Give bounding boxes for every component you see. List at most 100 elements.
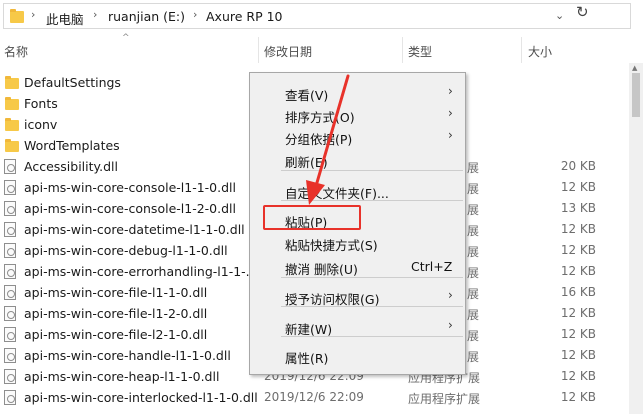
- context-menu-item[interactable]: 授予访问权限(G) ›: [252, 285, 463, 307]
- file-name: api-ms-win-core-errorhandling-l1-1-...: [24, 264, 258, 279]
- dll-file-icon: [4, 222, 16, 237]
- dll-file-icon: [4, 390, 16, 405]
- breadcrumb-drive[interactable]: ruanjian (E:): [108, 9, 185, 24]
- chevron-right-icon[interactable]: ›: [93, 8, 97, 21]
- file-size: 12 KB: [560, 369, 596, 383]
- menu-item-label: 排序方式(O): [285, 110, 355, 125]
- file-name: api-ms-win-core-file-l1-2-0.dll: [24, 306, 208, 321]
- dll-file-icon: [4, 306, 16, 321]
- dll-file-icon: [4, 264, 16, 279]
- dll-file-icon: [4, 180, 16, 195]
- menu-item-label: 分组依据(P): [285, 132, 353, 147]
- file-size: 12 KB: [560, 348, 596, 362]
- context-menu-item[interactable]: 排序方式(O) ›: [252, 103, 463, 125]
- context-menu-item[interactable]: 粘贴快捷方式(S): [252, 231, 463, 253]
- file-name: api-ms-win-core-debug-l1-1-0.dll: [24, 243, 228, 258]
- scrollbar-thumb[interactable]: [632, 73, 640, 117]
- file-size: 16 KB: [560, 285, 596, 299]
- column-divider[interactable]: [521, 37, 522, 63]
- refresh-icon[interactable]: ↻: [576, 3, 589, 21]
- column-divider[interactable]: [402, 37, 403, 63]
- file-name: api-ms-win-core-handle-l1-1-0.dll: [24, 348, 231, 363]
- dll-file-icon: [4, 285, 16, 300]
- dll-file-icon: [4, 201, 16, 216]
- column-size[interactable]: 大小: [528, 43, 552, 60]
- dll-file-icon: [4, 243, 16, 258]
- chevron-right-icon: ›: [448, 318, 453, 332]
- file-row[interactable]: api-ms-win-core-interlocked-l1-1-0.dll 20…: [0, 387, 643, 408]
- column-type[interactable]: 类型: [408, 43, 432, 60]
- folder-icon: [10, 9, 24, 23]
- scroll-up-icon[interactable]: ▲: [632, 64, 637, 72]
- file-size: 12 KB: [560, 222, 596, 236]
- menu-item-label: 粘贴快捷方式(S): [285, 238, 378, 253]
- file-type: 展: [467, 266, 480, 280]
- file-size: 12 KB: [560, 306, 596, 320]
- file-size: 13 KB: [560, 201, 596, 215]
- menu-item-label: 新建(W): [285, 322, 333, 337]
- file-size: 12 KB: [560, 180, 596, 194]
- file-name: api-ms-win-core-heap-l1-1-0.dll: [24, 369, 220, 384]
- context-menu-item[interactable]: 查看(V) ›: [252, 81, 463, 103]
- context-menu-item[interactable]: 撤消 删除(U) Ctrl+Z: [252, 255, 463, 277]
- file-name: api-ms-win-core-console-l1-2-0.dll: [24, 201, 236, 216]
- vertical-scrollbar[interactable]: ▲: [629, 63, 643, 414]
- chevron-right-icon: ›: [448, 106, 453, 120]
- file-type: 展: [467, 203, 480, 217]
- file-type: 展: [467, 329, 480, 343]
- file-type: 展: [467, 182, 480, 196]
- menu-item-label: 刷新(E): [285, 155, 328, 170]
- file-type: 展: [467, 350, 480, 364]
- file-name: DefaultSettings: [24, 75, 121, 90]
- file-name: api-ms-win-core-datetime-l1-1-0.dll: [24, 222, 245, 237]
- chevron-right-icon[interactable]: ›: [193, 8, 197, 21]
- column-date[interactable]: 修改日期: [264, 43, 312, 60]
- folder-icon: [5, 97, 19, 110]
- file-name: Accessibility.dll: [24, 159, 118, 174]
- chevron-right-icon: ›: [448, 128, 453, 142]
- file-size: 12 KB: [560, 327, 596, 341]
- context-menu-item[interactable]: 属性(R): [252, 344, 463, 366]
- file-date: 2019/12/6 22:09: [264, 390, 364, 404]
- file-size: 12 KB: [560, 390, 596, 404]
- folder-icon: [5, 139, 19, 152]
- file-type: 应用程序扩展: [408, 392, 481, 406]
- menu-item-label: 自定义文件夹(F)...: [285, 186, 389, 201]
- menu-item-shortcut: Ctrl+Z: [411, 259, 453, 274]
- chevron-right-icon: ›: [448, 84, 453, 98]
- address-bar[interactable]: › 此电脑 › ruanjian (E:) › Axure RP 10 ⌄: [3, 3, 631, 29]
- breadcrumb-this-pc[interactable]: 此电脑: [46, 9, 84, 28]
- dll-file-icon: [4, 327, 16, 342]
- file-name: api-ms-win-core-console-l1-1-0.dll: [24, 180, 236, 195]
- file-name: Fonts: [24, 96, 58, 111]
- column-divider[interactable]: [258, 37, 259, 63]
- file-type: 展: [467, 161, 480, 175]
- file-name: api-ms-win-core-file-l2-1-0.dll: [24, 327, 208, 342]
- file-type: 展: [467, 308, 480, 322]
- context-menu-item[interactable]: 自定义文件夹(F)...: [252, 179, 463, 201]
- dll-file-icon: [4, 369, 16, 384]
- sort-ascending-icon: ^: [122, 33, 130, 43]
- folder-icon: [5, 118, 19, 131]
- context-menu-item[interactable]: 刷新(E): [252, 148, 463, 170]
- context-menu-item[interactable]: 分组依据(P) ›: [252, 125, 463, 147]
- menu-item-label: 授予访问权限(G): [285, 292, 380, 307]
- file-type: 展: [467, 224, 480, 238]
- file-type: 展: [467, 245, 480, 259]
- chevron-right-icon[interactable]: ›: [31, 8, 35, 21]
- column-header: 名称 修改日期 类型 大小: [0, 37, 643, 63]
- file-type: 展: [467, 287, 480, 301]
- breadcrumb-folder[interactable]: Axure RP 10: [206, 9, 283, 24]
- file-name: WordTemplates: [24, 138, 120, 153]
- dll-file-icon: [4, 159, 16, 174]
- address-bar-area: › 此电脑 › ruanjian (E:) › Axure RP 10 ⌄ ↻: [0, 0, 643, 33]
- dll-file-icon: [4, 348, 16, 363]
- file-size: 20 KB: [560, 159, 596, 173]
- menu-item-label: 属性(R): [285, 351, 329, 366]
- chevron-down-icon[interactable]: ⌄: [555, 9, 564, 22]
- context-menu-item[interactable]: 新建(W) ›: [252, 315, 463, 337]
- file-name: api-ms-win-core-file-l1-1-0.dll: [24, 285, 208, 300]
- file-name: iconv: [24, 117, 58, 132]
- column-name[interactable]: 名称: [4, 43, 28, 60]
- chevron-right-icon: ›: [448, 288, 453, 302]
